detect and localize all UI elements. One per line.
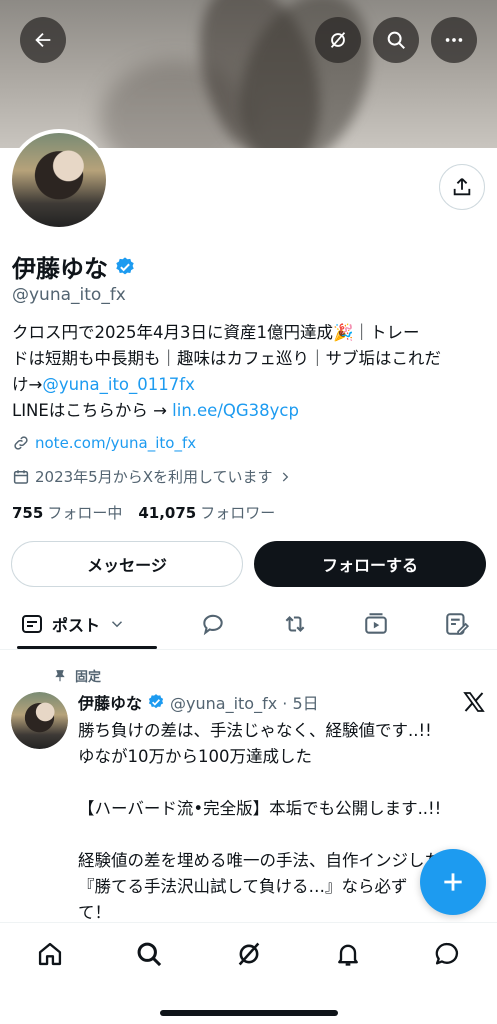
tab-reposts[interactable] [281,610,309,638]
tab-media[interactable] [362,610,390,638]
pin-icon [55,669,65,681]
nav-search[interactable] [134,939,164,969]
calendar-icon [13,469,29,484]
bio-text: クロス円で2025年4月3日に資産1億円達成 [12,323,333,342]
home-indicator [160,1010,338,1016]
tweet-author-name[interactable]: 伊藤ゆな [78,690,142,714]
search-icon [137,942,162,967]
profile-handle: @yuna_ito_fx [12,285,126,305]
share-button[interactable] [439,164,485,210]
profile-name-row: 伊藤ゆな [12,249,136,284]
x-logo-icon [463,692,485,712]
reply-icon [203,614,223,636]
plus-icon [444,873,462,891]
more-button[interactable] [431,17,477,63]
chevron-down-icon [111,621,123,628]
repost-icon [285,616,305,632]
following-link[interactable]: 755 フォロー中 [12,502,122,523]
tab-replies[interactable] [199,610,227,638]
nav-grok[interactable] [234,939,264,969]
bottom-navigation [0,922,497,1024]
nav-messages[interactable] [432,939,462,969]
verified-badge-icon [148,694,164,709]
more-horizontal-icon [445,38,463,42]
party-popper-icon: 🎉 [333,323,354,342]
followers-link[interactable]: 41,075 フォロワー [138,502,275,523]
grok-icon [238,942,260,966]
chat-bubble-icon [435,942,459,965]
search-button[interactable] [373,17,419,63]
joined-date: 2023年5月からXを利用しています [35,468,273,486]
pinned-label: 固定 [75,670,102,685]
media-play-icon [365,613,387,634]
tweet-meta: @yuna_ito_fx · 5日 [170,694,319,713]
nav-notifications[interactable] [333,939,363,969]
search-icon [387,31,405,49]
tweet-author-avatar[interactable] [11,692,68,749]
posts-icon [22,615,42,633]
profile-tabs: ポスト [0,598,497,650]
grok-icon [330,32,346,48]
verified-badge-icon[interactable] [114,256,136,278]
subaccount-mention-link[interactable]: @yuna_ito_0117fx [42,375,195,394]
article-icon [446,613,470,635]
message-button[interactable]: メッセージ [11,541,243,587]
back-button[interactable] [20,17,66,63]
bio-text: ドは短期も中長期も｜趣味はカフェ巡り｜サブ垢はこれだ [12,349,441,368]
profile-banner [0,0,497,148]
share-icon [453,178,471,196]
tweet-header: 伊藤ゆな @yuna_ito_fx · 5日 [78,690,319,714]
bell-icon [338,944,358,966]
followers-count: 41,075 [138,504,197,522]
website-row: note.com/yuna_ito_fx [12,434,196,452]
bio-text: LINEはこちらから → [12,401,173,420]
profile-avatar[interactable] [8,129,110,231]
grok-button[interactable] [315,17,361,63]
profile-name: 伊藤ゆな [12,255,108,283]
link-icon [14,436,28,450]
home-icon [38,942,62,966]
arrow-left-icon [35,32,51,48]
active-tab-indicator [17,646,157,649]
following-count: 755 [12,504,44,522]
compose-button[interactable] [420,849,486,915]
tab-posts[interactable]: ポスト [20,598,126,650]
following-label: フォロー中 [47,504,123,522]
tab-articles[interactable] [443,610,471,638]
bio-text: け→ [12,375,43,394]
follow-stats: 755 フォロー中 41,075 フォロワー [12,502,275,523]
profile-bio: クロス円で2025年4月3日に資産1億円達成🎉｜トレー ドは短期も中長期も｜趣味… [12,320,487,424]
nav-home[interactable] [35,939,65,969]
follow-button[interactable]: フォローする [254,541,486,587]
chevron-right-icon [282,471,288,482]
joined-row[interactable]: 2023年5月からXを利用しています [12,466,292,487]
pinned-indicator: 固定 [53,666,101,685]
bio-text: ｜トレー [353,323,420,342]
followers-label: フォロワー [200,504,276,522]
line-link[interactable]: lin.ee/QG38ycp [172,401,299,420]
tab-posts-label: ポスト [52,616,101,635]
website-link[interactable]: note.com/yuna_ito_fx [35,434,196,452]
